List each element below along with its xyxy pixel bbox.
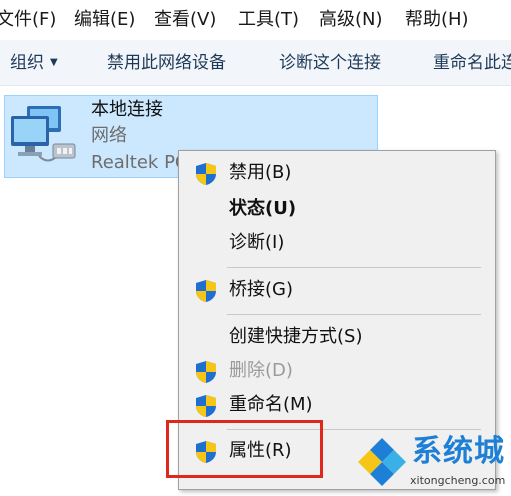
menu-tools[interactable]: 工具(T): [238, 0, 299, 40]
menu-item-label: 桥接(G): [229, 279, 293, 300]
connection-device: Realtek PC: [91, 152, 188, 173]
menu-item-label: 状态(U): [229, 198, 297, 219]
menu-edit[interactable]: 编辑(E): [74, 0, 135, 40]
menu-item-delete[interactable]: 删除(D): [179, 355, 495, 387]
menu-view[interactable]: 查看(V): [154, 0, 216, 40]
menu-item-label: 禁用(B): [229, 162, 292, 183]
connection-status: 网络: [91, 125, 127, 146]
menu-separator: [227, 267, 481, 268]
menu-item-label: 删除(D): [229, 360, 293, 381]
menu-item-status[interactable]: 状态(U): [179, 193, 495, 225]
menu-item-label: 创建快捷方式(S): [229, 326, 363, 347]
chevron-down-icon: ▼: [50, 57, 58, 68]
menu-item-rename[interactable]: 重命名(M): [179, 389, 495, 421]
menu-advanced[interactable]: 高级(N): [319, 0, 383, 40]
menu-item-label: 重命名(M): [229, 394, 313, 415]
uac-shield-icon: [196, 361, 216, 383]
organize-label: 组织: [10, 53, 44, 73]
menu-file[interactable]: 文件(F): [0, 0, 56, 40]
uac-shield-icon: [196, 163, 216, 185]
menu-item-bridge[interactable]: 桥接(G): [179, 274, 495, 306]
menu-separator: [227, 314, 481, 315]
rename-connection-button[interactable]: 重命名此连: [433, 40, 511, 86]
organize-button[interactable]: 组织 ▼: [10, 40, 58, 86]
uac-shield-icon: [196, 395, 216, 417]
brand-name: 系统城: [412, 434, 505, 469]
menu-item-disable[interactable]: 禁用(B): [179, 157, 495, 189]
brand-url: xitongcheng.com: [410, 474, 506, 487]
connection-name: 本地连接: [91, 99, 163, 120]
uac-shield-icon: [196, 280, 216, 302]
menu-item-create-shortcut[interactable]: 创建快捷方式(S): [179, 321, 495, 353]
brand-logo-icon: [358, 438, 406, 486]
highlight-box: [166, 420, 323, 478]
menu-bar: 文件(F) 编辑(E) 查看(V) 工具(T) 高级(N) 帮助(H): [0, 0, 511, 40]
command-bar: 组织 ▼ 禁用此网络设备 诊断这个连接 重命名此连: [0, 40, 511, 86]
diagnose-connection-button[interactable]: 诊断这个连接: [279, 40, 381, 86]
menu-help[interactable]: 帮助(H): [405, 0, 469, 40]
disable-device-button[interactable]: 禁用此网络设备: [107, 40, 226, 86]
menu-item-diagnose[interactable]: 诊断(I): [179, 227, 495, 259]
menu-item-label: 诊断(I): [229, 232, 285, 253]
watermark: 系统城 xitongcheng.com: [350, 432, 511, 496]
network-adapter-icon: [11, 106, 76, 162]
